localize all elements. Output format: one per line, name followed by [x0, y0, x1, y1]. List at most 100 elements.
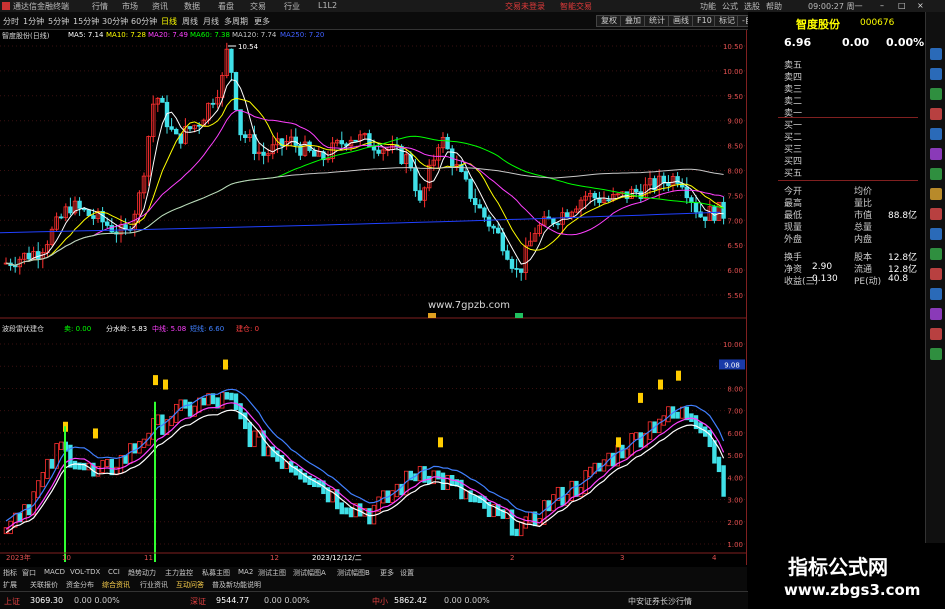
tab-private-main[interactable]: 私募主图	[202, 568, 230, 578]
tab-test-sub-b[interactable]: 测试幅图B	[337, 568, 370, 578]
trade-icon[interactable]	[930, 228, 942, 240]
sme-index-label[interactable]: 中小	[372, 596, 388, 607]
quote-icon[interactable]	[930, 48, 942, 60]
flag-icon[interactable]	[930, 188, 942, 200]
hot-icon[interactable]	[930, 268, 942, 280]
sh-index-label[interactable]: 上证	[4, 596, 20, 607]
menu-watch[interactable]: 看盘	[218, 1, 234, 12]
period-tab-daily[interactable]: 日线	[161, 16, 177, 27]
draw-button[interactable]: 画线	[668, 15, 694, 27]
osc-bar-up	[252, 430, 257, 448]
candlestick-chart[interactable]: 10.50 10.00 9.50 9.00 8.50 8.00 7.50 7.00 6.50 6.…	[0, 30, 747, 320]
tab-cci[interactable]: CCI	[108, 568, 120, 576]
tab-vol-tdx[interactable]: VOL-TDX	[70, 568, 100, 576]
candle-down	[26, 252, 32, 260]
tab-fund-dist[interactable]: 资金分布	[66, 580, 94, 590]
menu-data[interactable]: 数据	[184, 1, 200, 12]
tab-indicator[interactable]: 指标	[3, 568, 17, 578]
tab-window[interactable]: 窗口	[22, 568, 36, 578]
period-tab-monthly[interactable]: 月线	[203, 16, 219, 27]
menu-help[interactable]: 帮助	[766, 1, 782, 12]
grid-icon[interactable]	[930, 288, 942, 300]
osc-bar-down	[707, 429, 712, 448]
menu-industry[interactable]: 行业	[284, 1, 300, 12]
osc-bar-down	[183, 399, 188, 409]
menu-trade[interactable]: 交易	[250, 1, 266, 12]
app-title: 通达信金融终端	[13, 2, 69, 11]
period-tab-60min[interactable]: 60分钟	[131, 16, 157, 27]
stat-label: 内盘	[854, 235, 873, 245]
check-icon[interactable]	[930, 168, 942, 180]
candle-down	[339, 140, 344, 145]
period-tab-5min[interactable]: 5分钟	[48, 16, 69, 27]
stats-row: 今开 均价	[748, 184, 925, 197]
price-axis-tick: 7.50	[727, 192, 743, 200]
osc-bar-up	[666, 406, 671, 423]
news-icon[interactable]	[930, 128, 942, 140]
order-book-row: 卖三	[748, 82, 925, 95]
close-icon[interactable]: ×	[917, 1, 924, 10]
tab-new-features[interactable]: 普及新功能说明	[212, 580, 261, 590]
current-value-text: 9.08	[724, 361, 740, 369]
maximize-icon[interactable]: □	[898, 1, 906, 10]
period-tab-intraday[interactable]: 分时	[3, 16, 19, 27]
stat-icon[interactable]	[930, 248, 942, 260]
period-tab-1min[interactable]: 1分钟	[23, 16, 44, 27]
trade-login-link[interactable]: 交易未登录	[505, 1, 545, 12]
tab-test-main[interactable]: 测试主图	[258, 568, 286, 578]
tab-settings[interactable]: 设置	[400, 568, 414, 578]
tab-test-sub-a[interactable]: 测试幅图A	[293, 568, 326, 578]
candle-down	[210, 102, 216, 105]
promo-box: 指标公式网 www.zbgs3.com	[748, 543, 945, 609]
minimize-icon[interactable]: –	[880, 1, 884, 10]
osc-bar-up	[100, 460, 105, 473]
tab-general-news[interactable]: 综合资讯	[102, 580, 130, 590]
menu-function[interactable]: 功能	[700, 1, 716, 12]
ma5-line	[5, 79, 724, 266]
period-tab-15min[interactable]: 15分钟	[73, 16, 99, 27]
indicator-chart[interactable]: 10.009.008.007.006.005.004.003.002.001.0…	[0, 322, 747, 562]
tab-macd[interactable]: MACD	[44, 568, 65, 576]
menu-l1l2[interactable]: L1L2	[318, 1, 337, 10]
candle-down	[565, 212, 570, 218]
menu-quote[interactable]: 行情	[92, 1, 108, 12]
chart-panel[interactable]: 智度股份(日线) MA5: 7.14 MA10: 7.28 MA20: 7.49…	[0, 30, 747, 565]
candle-down	[413, 167, 418, 192]
sz-index-label[interactable]: 深证	[190, 596, 206, 607]
list-icon[interactable]	[930, 348, 942, 360]
tab-main-monitor[interactable]: 主力监控	[165, 568, 193, 578]
adjust-button[interactable]: 复权	[596, 15, 622, 27]
candle-down	[105, 221, 110, 226]
period-tab-30min[interactable]: 30分钟	[102, 16, 128, 27]
menu-market[interactable]: 市场	[122, 1, 138, 12]
event-marker	[515, 313, 523, 318]
tab-more[interactable]: 更多	[380, 568, 394, 578]
period-tab-more[interactable]: 更多	[254, 16, 270, 27]
candle-down	[242, 134, 248, 138]
alert-icon[interactable]	[930, 208, 942, 220]
tab-ma2[interactable]: MA2	[238, 568, 253, 576]
chart-icon[interactable]	[930, 148, 942, 160]
period-tab-weekly[interactable]: 周线	[182, 16, 198, 27]
price-axis-tick: 5.50	[727, 292, 743, 300]
ball-icon[interactable]	[930, 328, 942, 340]
tab-related-quote[interactable]: 关联报价	[30, 580, 58, 590]
tab-industry-news[interactable]: 行业资讯	[140, 580, 168, 590]
tab-qa[interactable]: 互动问答	[176, 580, 204, 590]
osc-bar-down	[210, 393, 216, 405]
stats-button[interactable]: 统计	[644, 15, 670, 27]
tab-trend-power[interactable]: 趋势动力	[128, 568, 156, 578]
menu-pick[interactable]: 选股	[744, 1, 760, 12]
date-label: 11	[144, 554, 153, 562]
menu-formula[interactable]: 公式	[722, 1, 738, 12]
bid-icon[interactable]	[930, 88, 942, 100]
kline-icon[interactable]	[930, 68, 942, 80]
overlay-button[interactable]: 叠加	[620, 15, 646, 27]
tool-icon[interactable]	[930, 308, 942, 320]
fund-icon[interactable]	[930, 108, 942, 120]
period-tab-multi[interactable]: 多周期	[224, 16, 248, 27]
smart-trade-link[interactable]: 智能交易	[560, 1, 592, 12]
tab-extend[interactable]: 扩展	[3, 580, 17, 590]
menu-news[interactable]: 资讯	[152, 1, 168, 12]
candle-down	[68, 206, 73, 214]
